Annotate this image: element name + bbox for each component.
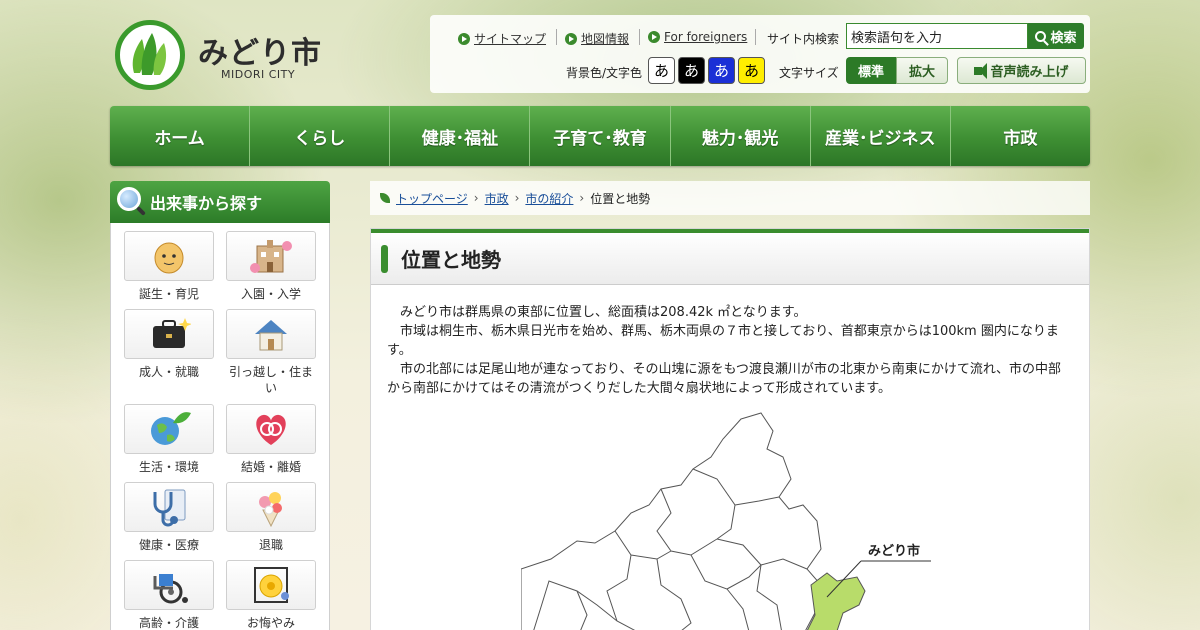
text-size-label: 文字サイズ [779,66,839,80]
event-life-environment[interactable]: 生活・環境 [124,404,214,475]
color-scheme-label: 背景色/文字色 [566,66,643,80]
nav-city-government[interactable]: 市政 [950,106,1090,166]
text-size-standard-button[interactable]: 標準 [846,57,896,84]
sidebar-body: 誕生・育児 入園・入学 成人・就職 引っ越し・住まい 生活・環境 結婚・離婚 健… [110,223,330,630]
logo-title: みどり市 [198,36,322,71]
sidebar-header: 出来事から探す [110,181,330,223]
breadcrumb-city-gov-link[interactable]: 市政 [485,190,509,207]
utility-bar: サイトマップ 地図情報 For foreigners サイト内検索 検索語句を入… [430,15,1090,93]
foreigners-link[interactable]: For foreigners [648,30,747,44]
breadcrumb: トップページ › 市政 › 市の紹介 › 位置と地勢 [370,181,1090,215]
event-retirement[interactable]: 退職 [226,482,316,553]
search-button[interactable]: 検索 [1028,23,1084,49]
map-info-link[interactable]: 地図情報 [565,30,629,47]
divider [639,29,640,45]
sitemap-link[interactable]: サイトマップ [458,30,546,47]
color-yellow-button[interactable]: あ [738,57,765,84]
arrow-circle-icon [458,32,470,45]
chevron-right-icon: › [579,191,585,205]
leaf-logo-icon [115,20,185,90]
breadcrumb-top-link[interactable]: トップページ [396,190,468,207]
global-nav: ホーム くらし 健康･福祉 子育て･教育 魅力･観光 産業･ビジネス 市政 [110,106,1090,166]
search-input[interactable]: 検索語句を入力 [846,23,1028,49]
event-birth-childcare[interactable]: 誕生・育児 [124,231,214,302]
divider [755,29,756,45]
nav-living[interactable]: くらし [250,106,391,166]
arrow-circle-icon [565,32,577,45]
wheelchair-icon [124,560,214,610]
divider [556,29,557,45]
stethoscope-icon [124,482,214,532]
chevron-right-icon: › [514,191,520,205]
logo-subtitle: MIDORI CITY [221,68,296,81]
nav-business[interactable]: 産業･ビジネス [810,106,951,166]
nav-childcare-education[interactable]: 子育て･教育 [530,106,671,166]
baby-icon [124,231,214,281]
speaker-icon [974,62,988,79]
event-adult-employment[interactable]: 成人・就職 [124,309,214,380]
globe-leaf-icon [124,404,214,454]
page-title: 位置と地勢 [371,229,1089,285]
nav-home[interactable]: ホーム [110,106,251,166]
paragraph-terrain: 市の北部には足尾山地が連なっており、その山塊に源をもつ渡良瀬川が市の北東から南東… [387,362,1062,396]
color-blue-button[interactable]: あ [708,57,735,84]
life-events-sidebar: 出来事から探す 誕生・育児 入園・入学 成人・就職 引っ越し・住まい 生活・環境… [110,181,330,630]
search-icon [1035,30,1047,42]
event-marriage-divorce[interactable]: 結婚・離婚 [226,404,316,475]
event-elderly-care[interactable]: 高齢・介護 [124,560,214,630]
paragraph-borders: 市域は桐生市、栃木県日光市を始め、群馬、栃木両県の７市と接しており、首都東京から… [387,324,1059,358]
voice-readout-button[interactable]: 音声読み上げ [957,57,1086,84]
house-icon [226,309,316,359]
leaf-icon [380,193,390,203]
bouquet-icon [226,482,316,532]
chevron-right-icon: › [473,191,479,205]
nav-tourism[interactable]: 魅力･観光 [670,106,811,166]
rings-icon [226,404,316,454]
event-health-medical[interactable]: 健康・医療 [124,482,214,553]
page-body: みどり市は群馬県の東部に位置し、総面積は208.42k ㎡となります。 市域は桐… [371,285,1089,398]
main-content: 位置と地勢 みどり市は群馬県の東部に位置し、総面積は208.42k ㎡となります… [370,228,1090,630]
event-condolence[interactable]: お悔やみ [226,560,316,630]
search-label: サイト内検索 [767,32,840,46]
breadcrumb-current: 位置と地勢 [590,191,651,206]
color-black-button[interactable]: あ [678,57,705,84]
chrysanthemum-icon [226,560,316,610]
map-label-midori: みどり市 [868,544,921,559]
site-logo[interactable]: みどり市 MIDORI CITY [113,18,333,94]
nav-health-welfare[interactable]: 健康･福祉 [390,106,531,166]
arrow-circle-icon [648,31,660,43]
text-size-large-button[interactable]: 拡大 [896,57,948,84]
school-icon [226,231,316,281]
paragraph-area: みどり市は群馬県の東部に位置し、総面積は208.42k ㎡となります。 [387,305,807,320]
breadcrumb-city-intro-link[interactable]: 市の紹介 [525,190,573,207]
color-white-button[interactable]: あ [648,57,675,84]
magnifier-icon [117,187,141,211]
sidebar-title: 出来事から探す [150,194,263,213]
location-map [521,412,931,630]
briefcase-icon [124,309,214,359]
event-school-entry[interactable]: 入園・入学 [226,231,316,302]
event-moving-housing[interactable]: 引っ越し・住まい [226,309,316,396]
